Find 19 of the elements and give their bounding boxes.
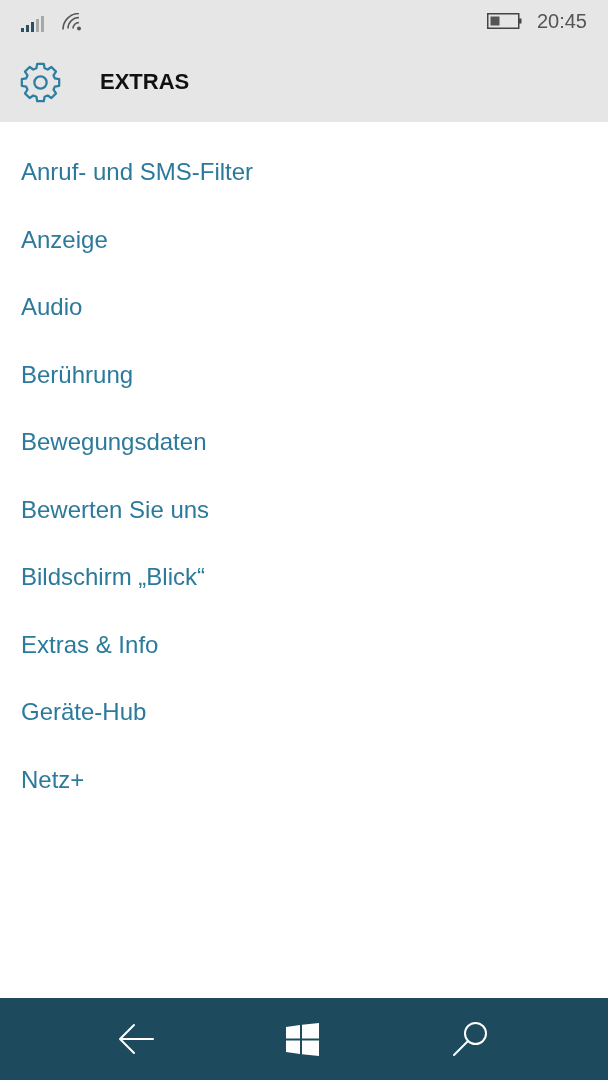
windows-icon[interactable] [286,1022,320,1056]
battery-icon [486,13,522,29]
wifi-icon [62,12,83,32]
settings-list-item[interactable]: Geräte-Hub [21,698,147,728]
signal-strength-icon [21,15,45,32]
clock-time: 20:45 [536,11,587,31]
settings-list-item[interactable]: Anzeige [21,225,108,255]
settings-list-item[interactable]: Bewerten Sie uns [21,495,210,525]
settings-icon [20,61,61,103]
page-title: EXTRAS [100,69,190,95]
search-icon[interactable] [451,1021,488,1057]
settings-list-item[interactable]: Audio [21,293,83,323]
settings-list-item[interactable]: Extras & Info [21,630,159,660]
back-arrow-icon[interactable] [118,1023,155,1055]
settings-list-item[interactable]: Anruf- und SMS-Filter [21,158,254,188]
settings-list-item[interactable]: Bildschirm „Blick“ [21,563,205,593]
settings-list-item[interactable]: Berührung [21,360,134,390]
settings-list-item[interactable]: Bewegungsdaten [21,428,207,458]
settings-list-item[interactable]: Netz+ [21,765,85,795]
